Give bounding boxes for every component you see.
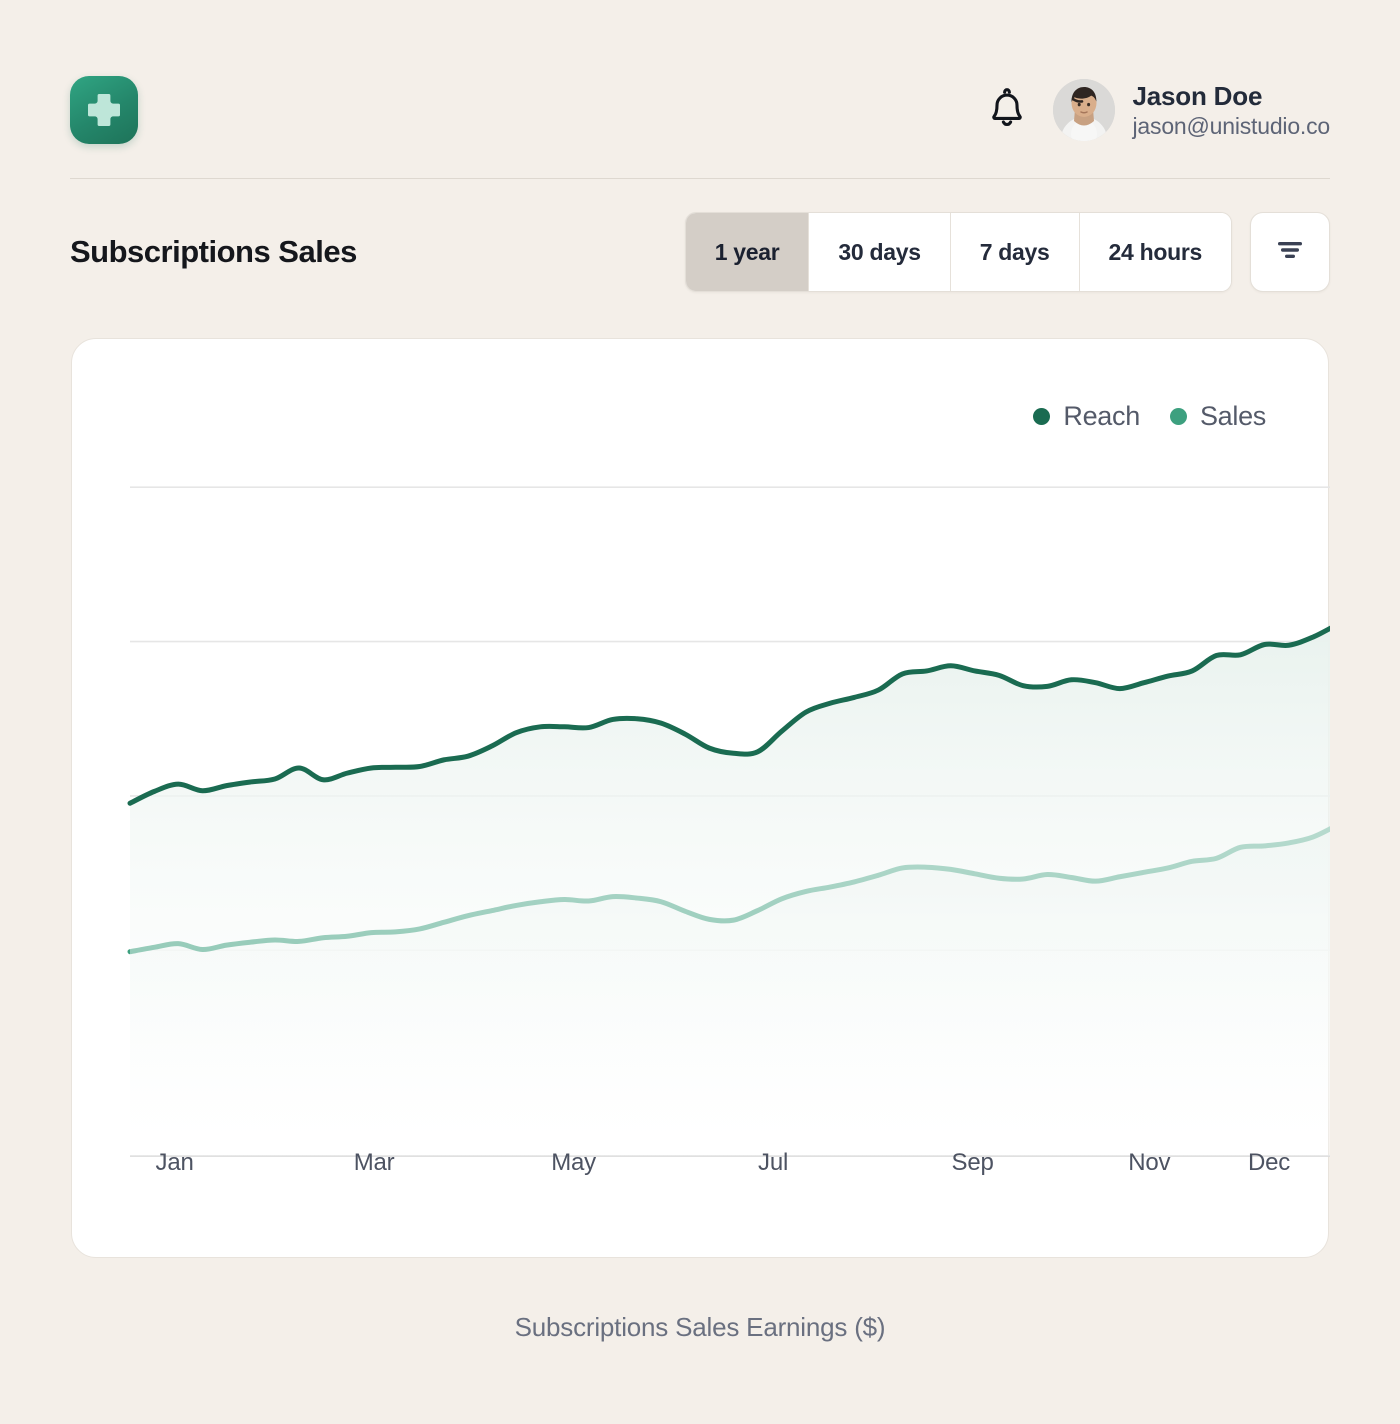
plus-logo-icon: [84, 90, 124, 130]
chart-caption: Subscriptions Sales Earnings ($): [0, 1312, 1400, 1343]
range-option-30-days[interactable]: 30 days: [809, 213, 950, 291]
user-identity: Jason Doe jason@unistudio.co: [1133, 81, 1330, 140]
x-tick-jan: Jan: [156, 1149, 194, 1177]
avatar: [1053, 79, 1115, 141]
toolbar: Subscriptions Sales 1 year30 days7 days2…: [70, 213, 1330, 291]
range-option-7-days[interactable]: 7 days: [951, 213, 1080, 291]
app-header: Jason Doe jason@unistudio.co: [70, 62, 1330, 158]
bell-icon: [988, 87, 1026, 134]
area-fill-reach: [130, 625, 1330, 1156]
x-tick-may: May: [551, 1149, 596, 1177]
user-menu[interactable]: Jason Doe jason@unistudio.co: [1053, 79, 1330, 141]
user-email: jason@unistudio.co: [1133, 113, 1330, 140]
chart-plot: [72, 339, 1330, 1259]
header-right-cluster: Jason Doe jason@unistudio.co: [987, 79, 1330, 141]
x-tick-sep: Sep: [952, 1149, 994, 1177]
range-option-24-hours[interactable]: 24 hours: [1080, 213, 1231, 291]
x-tick-jul: Jul: [758, 1149, 788, 1177]
x-axis: JanMarMayJulSepNovDec: [129, 1149, 1269, 1189]
range-selector: 1 year30 days7 days24 hours: [685, 212, 1232, 292]
filter-icon: [1273, 233, 1307, 272]
range-option-1-year[interactable]: 1 year: [686, 213, 810, 291]
x-tick-mar: Mar: [354, 1149, 395, 1177]
x-tick-dec: Dec: [1248, 1149, 1290, 1177]
page-title: Subscriptions Sales: [70, 234, 357, 270]
notifications-button[interactable]: [987, 87, 1027, 133]
chart-card: ReachSales JanMarMayJulSepNovDec: [71, 338, 1329, 1258]
filter-button[interactable]: [1250, 212, 1330, 292]
user-name: Jason Doe: [1133, 81, 1330, 111]
app-logo[interactable]: [70, 76, 138, 144]
x-tick-nov: Nov: [1128, 1149, 1170, 1177]
toolbar-controls: 1 year30 days7 days24 hours: [685, 212, 1330, 292]
header-divider: [70, 178, 1330, 179]
